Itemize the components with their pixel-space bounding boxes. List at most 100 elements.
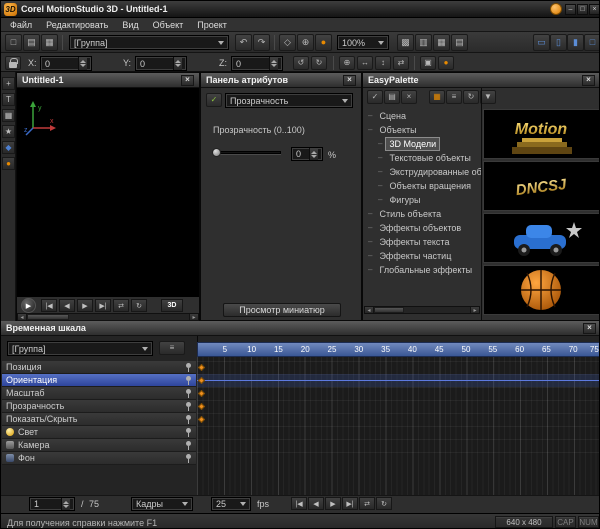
insert-shape-tool[interactable]: ★	[2, 125, 15, 138]
menu-view[interactable]: Вид	[115, 19, 145, 31]
timeline-loop-button[interactable]: ⇄	[359, 497, 375, 510]
tree-item-3d-models[interactable]: 3D Модели	[378, 137, 440, 150]
new-button[interactable]: □	[5, 34, 22, 51]
next-frame-button[interactable]: ▶	[77, 299, 93, 312]
scroll-left-icon[interactable]: ◂	[365, 307, 374, 313]
viewport-header[interactable]: Untitled-1 ×	[17, 73, 199, 88]
save-button[interactable]: ▦	[41, 34, 58, 51]
current-frame-spinner[interactable]	[61, 498, 70, 510]
transparency-slider-handle[interactable]	[212, 148, 221, 157]
menu-project[interactable]: Проект	[190, 19, 234, 31]
transparency-value-input[interactable]: 0	[291, 147, 323, 161]
track-row-position[interactable]: Позиция	[2, 361, 196, 374]
tree-item-object-effects[interactable]: Эффекты объектов	[368, 221, 465, 234]
tree-item-global-effects[interactable]: Глобальные эффекты	[368, 263, 476, 276]
track-row-show-hide[interactable]: Показать/Скрыть	[2, 413, 196, 426]
undo-button[interactable]: ↶	[235, 34, 252, 51]
scroll-left-icon[interactable]: ◂	[18, 314, 27, 320]
menu-edit[interactable]: Редактировать	[39, 19, 115, 31]
tree-item-object-style[interactable]: Стиль объекта	[368, 207, 445, 220]
attribute-select[interactable]: Прозрачность	[225, 93, 353, 108]
translate-mode-button[interactable]: ⊕	[339, 56, 355, 70]
easypalette-close-button[interactable]: ×	[582, 75, 595, 86]
go-last-frame-button[interactable]: ▶|	[95, 299, 111, 312]
time-units-select[interactable]: Кадры	[131, 497, 193, 511]
lock-axes-button[interactable]	[5, 56, 21, 70]
easypalette-header[interactable]: EasyPalette ×	[363, 73, 600, 88]
timeline-go-first-button[interactable]: |◀	[291, 497, 307, 510]
thumbnail-basketball-model[interactable]	[483, 265, 600, 315]
thumbnail-motion-model[interactable]: Motion	[483, 109, 600, 159]
transparency-spinner[interactable]	[309, 148, 318, 160]
rotate-left-button[interactable]: ↺	[293, 56, 309, 70]
open-button[interactable]: ▤	[23, 34, 40, 51]
tree-item-scene[interactable]: Сцена	[368, 109, 410, 122]
pin-icon[interactable]	[185, 441, 192, 450]
pin-icon[interactable]	[185, 428, 192, 437]
pin-icon[interactable]	[185, 454, 192, 463]
timeline-repeat-button[interactable]: ↻	[376, 497, 392, 510]
attributes-header[interactable]: Панель атрибутов ×	[201, 73, 361, 88]
fps-select[interactable]: 25	[211, 497, 251, 511]
y-coordinate-spinner[interactable]	[173, 57, 182, 70]
layout-three-view-button[interactable]: ▮	[567, 34, 584, 51]
timeline-close-button[interactable]: ×	[583, 323, 596, 334]
tree-item-particle-effects[interactable]: Эффекты частиц	[368, 249, 455, 262]
swap-axes-button[interactable]: ⇄	[393, 56, 409, 70]
track-list-button[interactable]: ≡	[159, 341, 185, 355]
palette-delete-button[interactable]: ×	[401, 90, 417, 104]
palette-thumbnails-view-button[interactable]: ▦	[429, 90, 445, 104]
title-bar[interactable]: 3D Corel MotionStudio 3D - Untitled-1 – …	[1, 1, 600, 18]
y-coordinate-input[interactable]: 0	[135, 56, 187, 71]
x-coordinate-input[interactable]: 0	[40, 56, 92, 71]
tree-item-extruded-objects[interactable]: Экструдированные объекты	[378, 165, 481, 178]
pick-object-button[interactable]: ◇	[279, 34, 296, 51]
tree-item-lathe-objects[interactable]: Объекты вращения	[378, 179, 475, 192]
insert-particle-tool[interactable]: ◆	[2, 141, 15, 154]
previous-frame-button[interactable]: ◀	[59, 299, 75, 312]
track-row-transparency[interactable]: Прозрачность	[2, 400, 196, 413]
toggle-3d-button[interactable]: 3D	[161, 299, 183, 312]
palette-copy-button[interactable]: ▤	[384, 90, 400, 104]
timeline-previous-button[interactable]: ◀	[308, 497, 324, 510]
scroll-right-icon[interactable]: ▸	[189, 314, 198, 320]
current-frame-input[interactable]: 1	[29, 497, 75, 511]
render-preview-button[interactable]: ●	[315, 34, 332, 51]
material-tool[interactable]: ●	[2, 157, 15, 170]
pin-icon[interactable]	[185, 415, 192, 424]
x-coordinate-spinner[interactable]	[78, 57, 87, 70]
minimize-button[interactable]: –	[565, 4, 576, 15]
viewport-close-button[interactable]: ×	[181, 75, 194, 86]
view-solid-button[interactable]: ▩	[397, 34, 414, 51]
tree-horizontal-scrollbar[interactable]: ◂ ▸	[364, 306, 480, 314]
menu-file[interactable]: Файл	[3, 19, 39, 31]
layout-two-view-button[interactable]: ▯	[550, 34, 567, 51]
zoom-select[interactable]: 100%	[337, 35, 389, 50]
view-wireframe-button[interactable]: ▥	[415, 34, 432, 51]
close-button[interactable]: ×	[589, 4, 600, 15]
go-first-frame-button[interactable]: |◀	[41, 299, 57, 312]
loop-playback-button[interactable]: ⇄	[113, 299, 129, 312]
track-row-orientation[interactable]: Ориентация	[2, 374, 196, 387]
track-row-background[interactable]: Фон	[2, 452, 196, 465]
thumbnail-toy-car-model[interactable]	[483, 213, 600, 263]
layout-one-view-button[interactable]: ▭	[533, 34, 550, 51]
apply-attribute-button[interactable]: ✓	[206, 93, 222, 107]
pin-icon[interactable]	[185, 389, 192, 398]
scrollbar-thumb[interactable]	[27, 314, 69, 320]
horizontal-move-button[interactable]: ↔	[357, 56, 373, 70]
palette-apply-button[interactable]: ✓	[367, 90, 383, 104]
layout-four-view-button[interactable]: □	[584, 34, 600, 51]
vertical-move-button[interactable]: ↕	[375, 56, 391, 70]
tree-item-text-objects[interactable]: Текстовые объекты	[378, 151, 475, 164]
timeline-next-button[interactable]: ▶	[325, 497, 341, 510]
insert-object-tool[interactable]: +	[2, 77, 15, 90]
tree-item-text-effects[interactable]: Эффекты текста	[368, 235, 453, 248]
pin-icon[interactable]	[185, 376, 192, 385]
rotate-right-button[interactable]: ↻	[311, 56, 327, 70]
group-select[interactable]: [Группа]	[69, 35, 229, 50]
z-coordinate-input[interactable]: 0	[231, 56, 283, 71]
palette-list-view-button[interactable]: ≡	[446, 90, 462, 104]
timeline-go-last-button[interactable]: ▶|	[342, 497, 358, 510]
insert-text-tool[interactable]: T	[2, 93, 15, 106]
